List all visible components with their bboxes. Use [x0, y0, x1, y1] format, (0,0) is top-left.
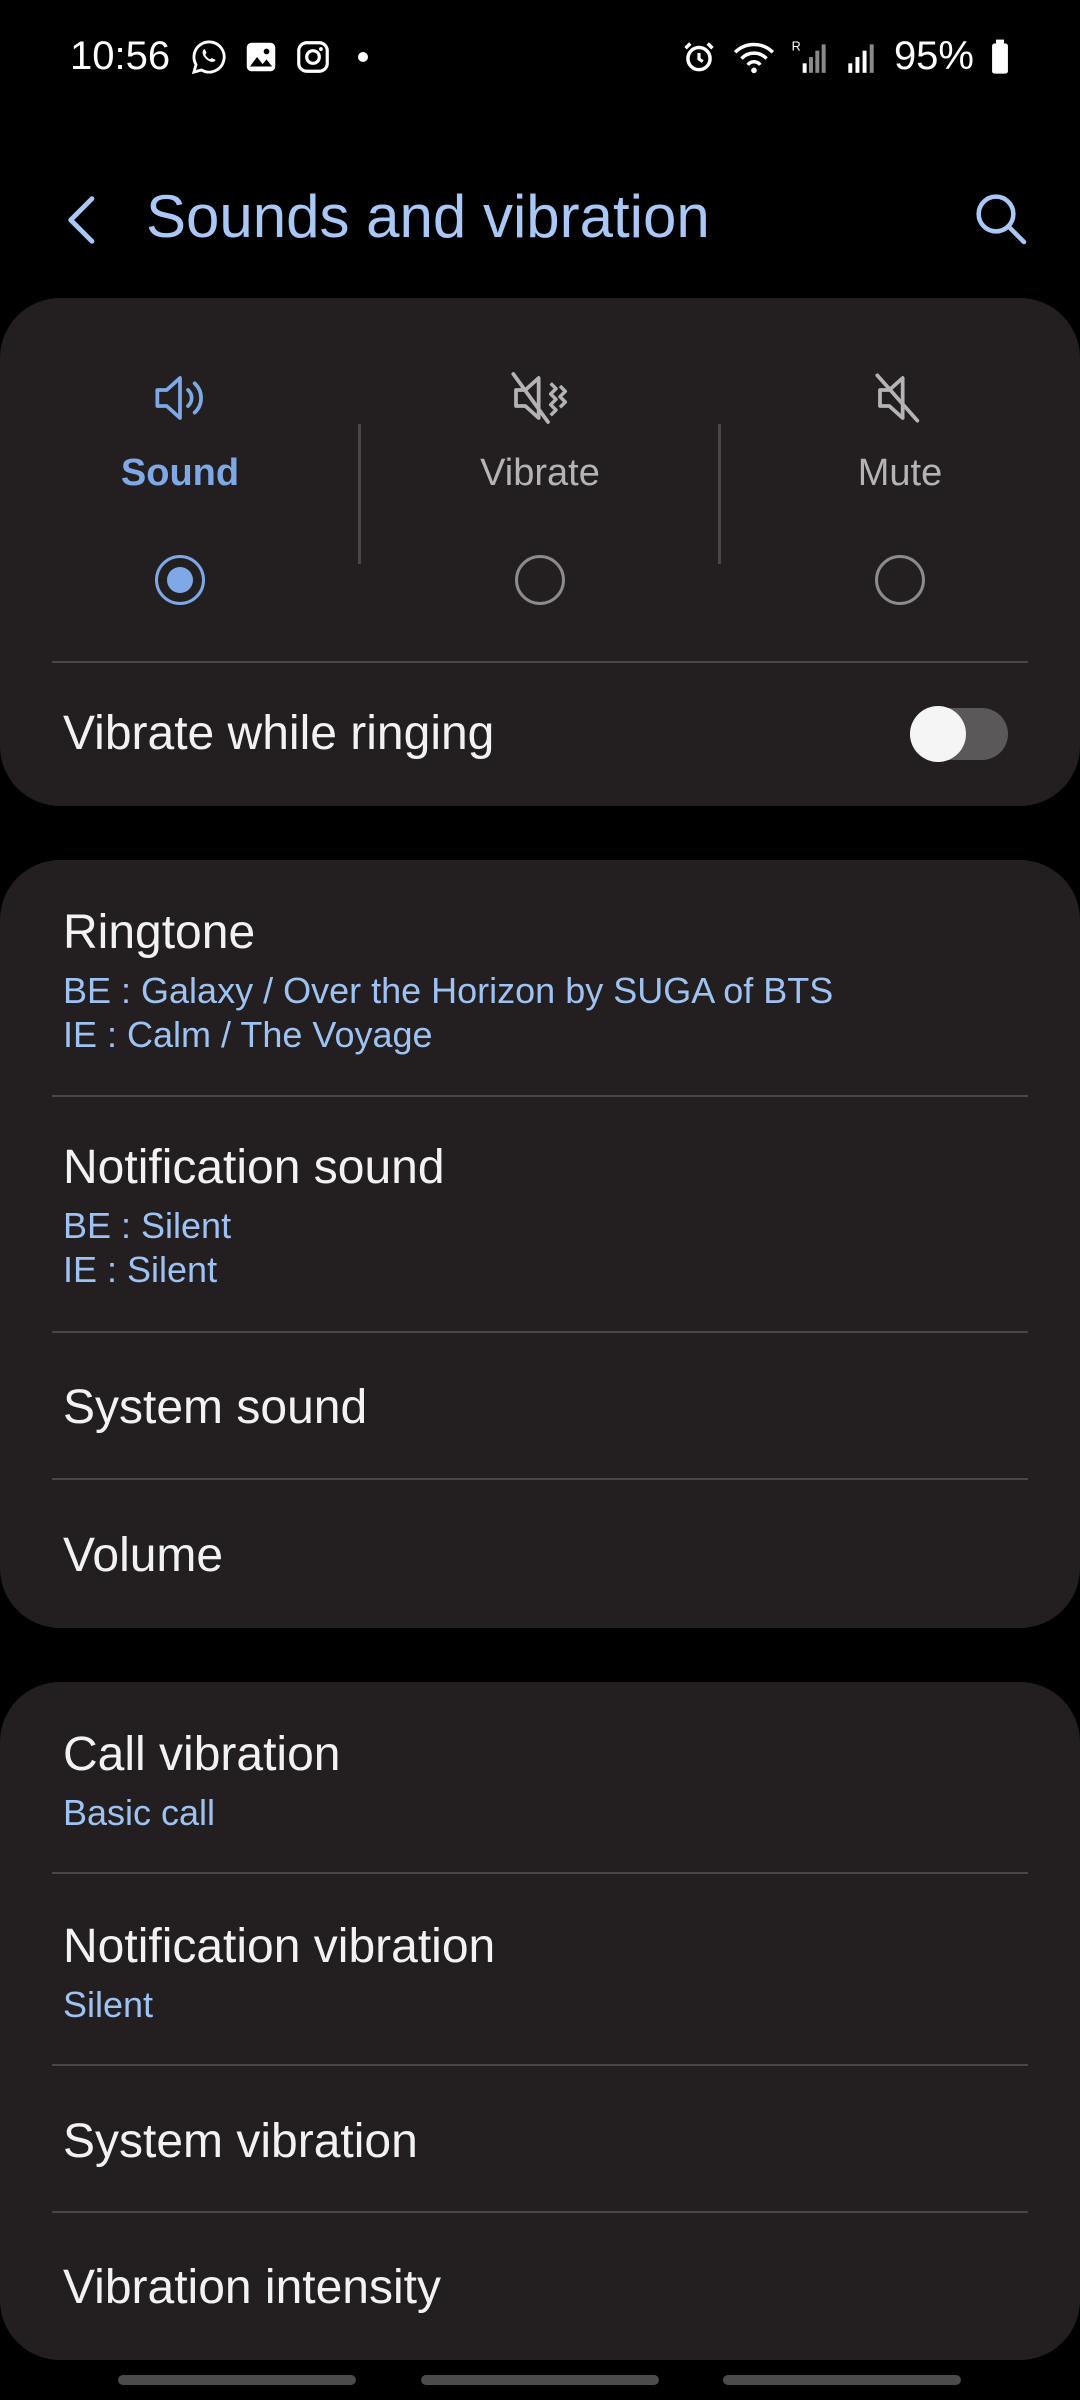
sound-mode-radio[interactable]	[155, 555, 205, 605]
notification-vibration-title: Notification vibration	[63, 1920, 496, 1973]
notification-sound-subtitle-be: BE : Silent	[63, 1205, 232, 1246]
sound-mode-option[interactable]: Sound	[0, 360, 360, 605]
search-icon[interactable]	[968, 186, 1032, 250]
ringtone-title: Ringtone	[63, 906, 256, 959]
sound-mode-selector: Sound Vibrate Mute	[0, 360, 1080, 605]
dot-icon	[358, 51, 369, 62]
svg-text:R: R	[792, 39, 801, 53]
divider	[52, 1095, 1028, 1097]
notification-sound-title: Notification sound	[63, 1141, 445, 1194]
back-arrow-icon[interactable]	[52, 188, 116, 252]
alarm-icon	[684, 41, 714, 71]
status-bar: 10:56 R 95%	[0, 0, 1080, 120]
vibrate-icon	[511, 372, 568, 424]
system-sound-title: System sound	[63, 1381, 368, 1434]
vibrate-mode-label: Vibrate	[480, 452, 600, 494]
vibration-intensity-title: Vibration intensity	[63, 2261, 441, 2314]
signal-roaming-icon: R	[792, 39, 826, 73]
divider	[52, 1331, 1028, 1333]
ringtone-subtitle-be: BE : Galaxy / Over the Horizon by SUGA o…	[63, 970, 834, 1011]
volume-title: Volume	[63, 1529, 224, 1582]
whatsapp-icon	[192, 40, 226, 74]
vibrate-while-ringing-toggle[interactable]	[910, 706, 1008, 762]
divider	[52, 661, 1028, 663]
mute-mode-option[interactable]: Mute	[720, 360, 1080, 605]
vibrate-mode-option[interactable]: Vibrate	[360, 360, 720, 605]
page-title: Sounds and vibration	[146, 183, 710, 250]
nav-home-handle[interactable]	[421, 2375, 659, 2385]
mute-mode-radio[interactable]	[875, 555, 925, 605]
wifi-icon	[733, 42, 775, 73]
call-vibration-title: Call vibration	[63, 1728, 341, 1781]
divider	[52, 1872, 1028, 1874]
status-left: 10:56	[70, 34, 369, 79]
toggle-knob	[910, 706, 966, 762]
signal-icon	[848, 43, 874, 73]
mute-icon	[875, 373, 920, 423]
nav-back-handle[interactable]	[723, 2375, 961, 2385]
battery-icon	[992, 39, 1008, 74]
mode-divider	[718, 424, 721, 564]
nav-recents-handle[interactable]	[118, 2375, 356, 2385]
sound-mode-label: Sound	[120, 452, 240, 494]
sound-settings-card: Ringtone BE : Galaxy / Over the Horizon …	[0, 860, 1080, 1628]
system-vibration-title: System vibration	[63, 2115, 418, 2168]
divider	[52, 2211, 1028, 2213]
ringtone-subtitle-ie: IE : Calm / The Voyage	[63, 1014, 433, 1055]
instagram-icon	[297, 40, 329, 73]
notification-vibration-subtitle: Silent	[63, 1984, 154, 2025]
battery-percentage: 95%	[893, 34, 974, 78]
notification-sound-subtitle-ie: IE : Silent	[63, 1249, 218, 1290]
sound-mode-card: Sound Vibrate Mute Vibrate while ringing	[0, 298, 1080, 806]
vibrate-while-ringing-label: Vibrate while ringing	[63, 707, 495, 760]
app-header: Sounds and vibration	[0, 170, 1080, 270]
vibration-settings-card: Call vibration Basic call Notification v…	[0, 1682, 1080, 2360]
status-right: R 95%	[680, 34, 1012, 79]
mode-divider	[358, 424, 361, 564]
speaker-icon	[155, 376, 203, 420]
status-time: 10:56	[70, 34, 171, 78]
mute-mode-label: Mute	[857, 452, 943, 494]
vibrate-mode-radio[interactable]	[515, 555, 565, 605]
divider	[52, 1478, 1028, 1480]
gallery-icon	[246, 42, 276, 71]
call-vibration-subtitle: Basic call	[63, 1792, 216, 1833]
divider	[52, 2064, 1028, 2066]
